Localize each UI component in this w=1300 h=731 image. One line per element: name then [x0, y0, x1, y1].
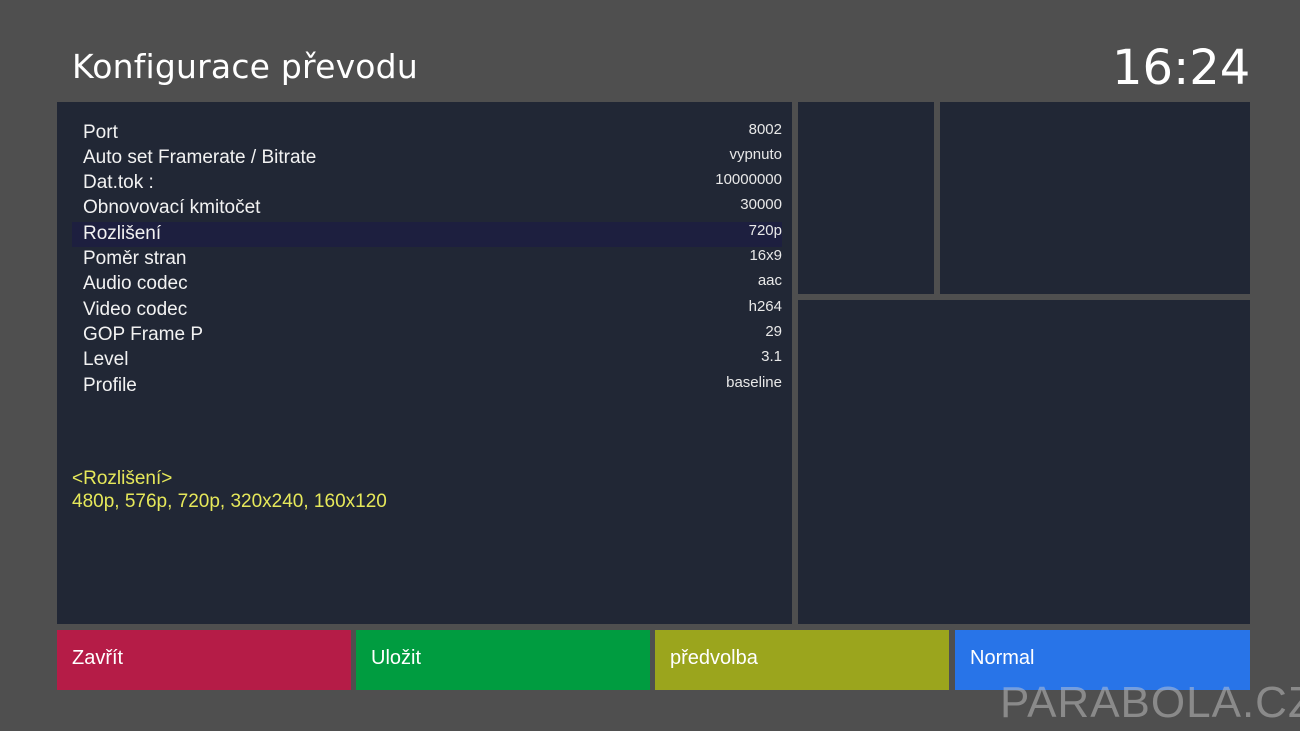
setting-row-resolution[interactable]: Rozlišení 720p — [72, 222, 782, 247]
setting-value: 30000 — [740, 196, 782, 213]
setting-value: vypnuto — [729, 146, 782, 163]
preset-button[interactable]: předvolba — [655, 630, 949, 690]
setting-value: h264 — [748, 298, 782, 315]
setting-row-audio-codec[interactable]: Audio codec aac — [72, 272, 782, 297]
setting-label: Audio codec — [83, 273, 188, 294]
setting-value: 8002 — [748, 121, 782, 138]
setting-row-level[interactable]: Level 3.1 — [72, 348, 782, 373]
watermark: PARABOLA.CZ — [1000, 678, 1300, 727]
setting-row-gop-frame[interactable]: GOP Frame P 29 — [72, 323, 782, 348]
preview-panel-top-left — [798, 102, 934, 294]
setting-label: Poměr stran — [83, 248, 187, 269]
preview-panel-top-right — [940, 102, 1250, 294]
hint-options: 480p, 576p, 720p, 320x240, 160x120 — [72, 491, 387, 512]
setting-value: baseline — [726, 374, 782, 391]
setting-row-video-codec[interactable]: Video codec h264 — [72, 298, 782, 323]
setting-value: 16x9 — [749, 247, 782, 264]
setting-label: Level — [83, 349, 129, 370]
clock: 16:24 — [1112, 40, 1251, 96]
setting-row-aspect-ratio[interactable]: Poměr stran 16x9 — [72, 247, 782, 272]
close-button[interactable]: Zavřít — [57, 630, 351, 690]
setting-label: Port — [83, 122, 118, 143]
setting-label: Auto set Framerate / Bitrate — [83, 147, 317, 168]
setting-row-bitrate[interactable]: Dat.tok : 10000000 — [72, 171, 782, 196]
setting-label: Video codec — [83, 299, 188, 320]
setting-value: 29 — [765, 323, 782, 340]
setting-row-port[interactable]: Port 8002 — [72, 121, 782, 146]
setting-label: Profile — [83, 375, 137, 396]
setting-row-auto-set[interactable]: Auto set Framerate / Bitrate vypnuto — [72, 146, 782, 171]
setting-label: Obnovovací kmitočet — [83, 197, 261, 218]
setting-row-profile[interactable]: Profile baseline — [72, 374, 782, 399]
save-button[interactable]: Uložit — [356, 630, 650, 690]
hint-title: <Rozlišení> — [72, 468, 173, 489]
setting-value: 3.1 — [761, 348, 782, 365]
setting-value: 720p — [748, 222, 782, 239]
preview-panel-bottom — [798, 300, 1250, 624]
page-title: Konfigurace převodu — [72, 47, 418, 86]
setting-label: Dat.tok : — [83, 172, 154, 193]
setting-row-refresh-rate[interactable]: Obnovovací kmitočet 30000 — [72, 196, 782, 221]
setting-value: aac — [757, 272, 782, 289]
setting-label: Rozlišení — [83, 223, 162, 244]
setting-label: GOP Frame P — [83, 324, 204, 345]
setting-value: 10000000 — [715, 171, 782, 188]
settings-panel: Port 8002 Auto set Framerate / Bitrate v… — [57, 102, 792, 624]
